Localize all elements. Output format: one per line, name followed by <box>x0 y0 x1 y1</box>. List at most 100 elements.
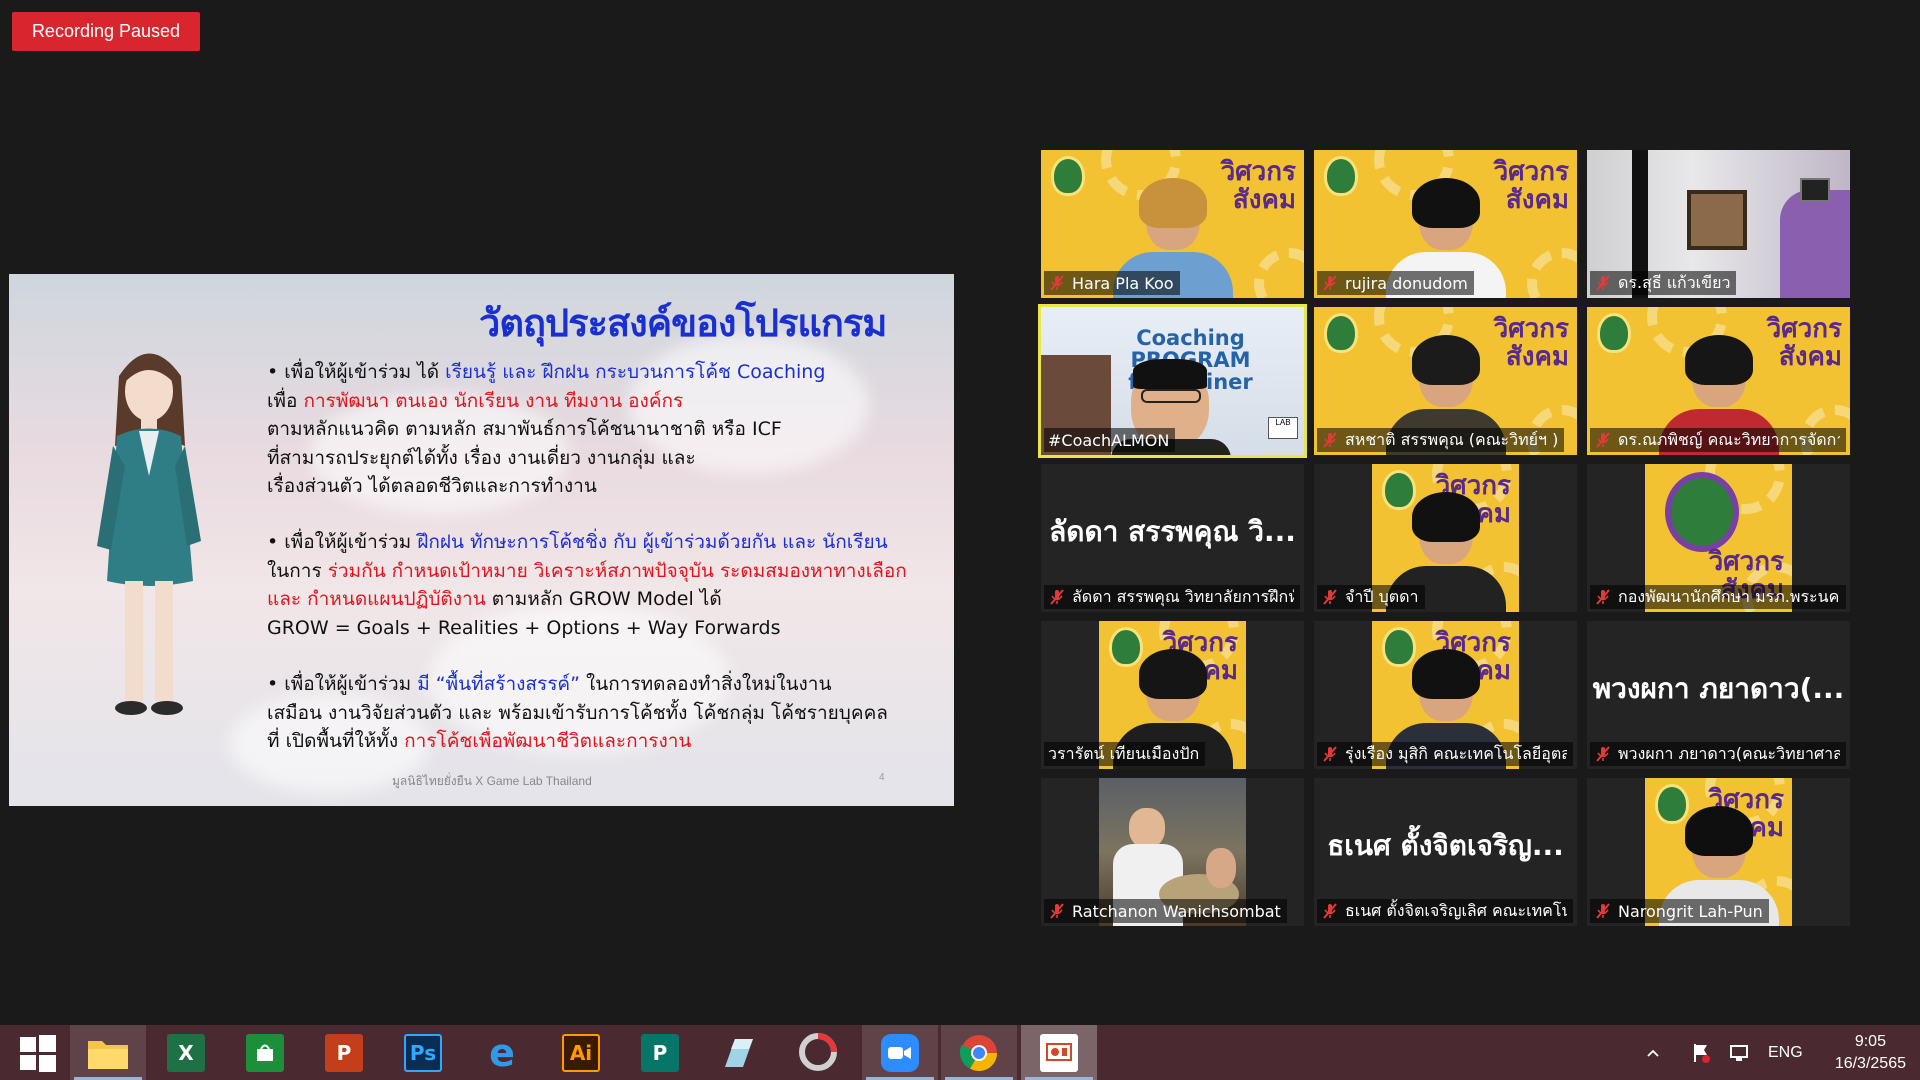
participant-tile[interactable]: Ratchanon Wanichsombat <box>1041 778 1304 926</box>
participant-name-label: ธเนศ ตั้งจิตเจริญเลิศ คณะเทคโนโลยีอุตสาห… <box>1317 899 1573 923</box>
participant-name-label: ดร.ณภพิชญ์ คณะวิทยาการจัดการ <box>1590 428 1846 452</box>
network-icon[interactable] <box>1728 1025 1750 1080</box>
participant-tile[interactable]: วิศวกร สังคม สหชาติ สรรพคุณ (คณะวิทย์ฯ ) <box>1314 307 1577 455</box>
muted-mic-icon <box>1323 432 1337 448</box>
taskbar-notes-button[interactable] <box>701 1025 777 1080</box>
participant-tile[interactable]: วิศวกร สังคมกองพัฒนานักศึกษา มรภ.พระนคร <box>1587 464 1850 612</box>
muted-mic-icon <box>1596 432 1610 448</box>
participant-name-label: สหชาติ สรรพคุณ (คณะวิทย์ฯ ) <box>1317 428 1565 452</box>
participant-name-label: ดร.สุธี แก้วเขียว <box>1590 271 1737 295</box>
participant-name: Narongrit Lah-Pun <box>1618 901 1763 921</box>
muted-mic-icon <box>1596 746 1610 762</box>
participant-tile[interactable]: วิศวกร สังคม rujira donudom <box>1314 150 1577 298</box>
windows-start-icon <box>20 1034 56 1072</box>
participant-name-label: วรารัตน์ เทียนเมืองปัก <box>1044 742 1206 766</box>
muted-mic-icon <box>1596 589 1610 605</box>
muted-mic-icon <box>1323 275 1337 291</box>
muted-mic-icon <box>1050 275 1064 291</box>
taskbar-photoscape-button[interactable] <box>780 1025 856 1080</box>
taskbar-clock[interactable]: 9:05 16/3/2565 <box>1835 1031 1906 1075</box>
slide-text-run: เพื่อ <box>267 389 298 412</box>
taskbar-zoom-button[interactable] <box>862 1025 938 1080</box>
recording-paused-badge[interactable]: Recording Paused <box>12 12 200 51</box>
internet-explorer-icon: e <box>489 1030 515 1075</box>
action-center-flag-icon[interactable] <box>1690 1025 1712 1080</box>
taskbar-excel-button[interactable]: X <box>148 1025 224 1080</box>
participant-tile[interactable]: วิศวกร สังคม รุ่งเรือง มุสิกิ คณะเทคโนโลย… <box>1314 621 1577 769</box>
chevron-up-icon <box>1647 1049 1659 1057</box>
participant-name-label: ลัดดา สรรพคุณ วิทยาลัยการฝึกหัดครู <box>1044 585 1300 609</box>
participant-name: วรารัตน์ เทียนเมืองปัก <box>1048 743 1200 763</box>
slide-text-run: • เพื่อให้ผู้เข้าร่วม <box>267 531 418 553</box>
participant-tile[interactable]: พวงผกา ภยาดาว(... พวงผกา ภยาดาว(คณะวิทยาศ… <box>1587 621 1850 769</box>
slide-text-run: การโค้ชเพื่อพัฒนาชีวิตและการงาน <box>404 730 692 752</box>
taskbar-start-button[interactable] <box>0 1025 76 1080</box>
university-logo-icon <box>1597 313 1631 353</box>
participant-name-label: Narongrit Lah-Pun <box>1590 899 1769 923</box>
participant-name: Hara Pla Koo <box>1072 273 1174 293</box>
photoscape-icon <box>799 1032 837 1071</box>
participant-tile[interactable]: ธเนศ ตั้งจิตเจริญ... ธเนศ ตั้งจิตเจริญเลิ… <box>1314 778 1577 926</box>
taskbar-illustrator-button[interactable]: Ai <box>543 1025 619 1080</box>
slide-page-number: 4 <box>879 772 885 783</box>
slide-text-run: • เพื่อให้ผู้เข้าร่วม <box>267 673 418 695</box>
taskbar-file-explorer-button[interactable] <box>70 1025 146 1080</box>
muted-mic-icon <box>1596 903 1610 919</box>
participant-name: จำปี บุตดา <box>1345 586 1419 606</box>
taskbar-chrome-button[interactable] <box>941 1025 1017 1080</box>
participant-tile[interactable]: วิศวกร สังคม จำปี บุตดา <box>1314 464 1577 612</box>
participant-name: พวงผกา ภยาดาว(คณะวิทยาศาสตร์) <box>1618 743 1840 763</box>
folder-icon <box>88 1040 128 1069</box>
participant-name: Ratchanon Wanichsombat <box>1072 901 1281 921</box>
zoom-icon <box>881 1033 919 1072</box>
participant-name-label: กองพัฒนานักศึกษา มรภ.พระนคร <box>1590 585 1846 609</box>
participant-tile[interactable]: ลัดดา สรรพคุณ วิ... ลัดดา สรรพคุณ วิทยาลั… <box>1041 464 1304 612</box>
slide-text-run: เรียนรู้ และ ฝึกฝน กระบวนการโค้ช Coachin… <box>445 361 826 383</box>
slide-text-run: • เพื่อให้ผู้เข้าร่วม ได้ <box>267 361 446 383</box>
slide-footer: มูลนิธิไทยยั่งยืน X Game Lab Thailand <box>392 774 592 788</box>
participant-name-placeholder: ธเนศ ตั้งจิตเจริญ... <box>1327 829 1564 862</box>
cartoon-woman-illustration <box>97 353 201 715</box>
participant-name: สหชาติ สรรพคุณ (คณะวิทย์ฯ ) <box>1345 429 1559 449</box>
store-icon <box>246 1033 284 1072</box>
participant-name: ธเนศ ตั้งจิตเจริญเลิศ คณะเทคโนโลยีอุตสาห… <box>1345 900 1567 920</box>
taskbar-internet-explorer-button[interactable]: e <box>464 1025 540 1080</box>
muted-mic-icon <box>1596 275 1610 291</box>
participant-name-label: #CoachALMON <box>1044 428 1176 452</box>
show-hidden-icons-button[interactable] <box>1646 1025 1660 1080</box>
shared-screen-slide: วัตถุประสงค์ของโปรแกรม • เพื่อให้ผู้เข้า… <box>9 274 954 806</box>
slide-title: วัตถุประสงค์ของโปรแกรม <box>479 301 887 345</box>
participant-name: กองพัฒนานักศึกษา มรภ.พระนคร <box>1618 586 1840 606</box>
input-language-indicator[interactable]: ENG <box>1768 1025 1803 1080</box>
slide-text-run: มี “พื้นที่สร้างสรรค์” <box>417 673 580 695</box>
taskbar-photoshop-button[interactable]: Ps <box>385 1025 461 1080</box>
participant-tile[interactable]: วิศวกร สังคม Narongrit Lah-Pun <box>1587 778 1850 926</box>
participant-tile[interactable]: ดร.สุธี แก้วเขียว <box>1587 150 1850 298</box>
taskbar-powerpoint-button[interactable]: P <box>306 1025 382 1080</box>
university-logo-icon <box>1324 313 1358 353</box>
participant-tile[interactable]: วิศวกร สังคม ดร.ณภพิชญ์ คณะวิทยาการจัดการ <box>1587 307 1850 455</box>
taskbar-store-button[interactable] <box>227 1025 303 1080</box>
participant-name: รุ่งเรือง มุสิกิ คณะเทคโนโลยีอุตสาหกรรม <box>1345 743 1567 763</box>
participant-name-label: พวงผกา ภยาดาว(คณะวิทยาศาสตร์) <box>1590 742 1846 766</box>
zoom-meeting-window: Recording Paused วัตถุประสงค์ของโปรแกรม … <box>0 0 1920 1080</box>
illustrator-icon: Ai <box>562 1033 600 1072</box>
participant-tile[interactable]: วิศวกร สังคม Hara Pla Koo <box>1041 150 1304 298</box>
slide-text-run: ฝึกฝน ทักษะการโค้ชชิ่ง กับ ผู้เข้าร่วมด้… <box>417 531 888 553</box>
slide-objective-3: • เพื่อให้ผู้เข้าร่วม มี “พื้นที่สร้างสร… <box>267 670 907 756</box>
slide-text-run: การพัฒนา ตนเอง นักเรียน งาน ทีมงาน องค์ก… <box>303 389 684 412</box>
participant-name-label: Hara Pla Koo <box>1044 271 1180 295</box>
participant-tile[interactable]: วิศวกร สังคม วรารัตน์ เทียนเมืองปัก <box>1041 621 1304 769</box>
taskbar-publisher-button[interactable]: P <box>622 1025 698 1080</box>
windows-taskbar: X P Ps e Ai P ENG 9:05 16/3/2565 <box>0 1025 1920 1080</box>
participant-tile[interactable]: Coaching PROGRAM for TrainerLAB#CoachALM… <box>1038 304 1307 458</box>
muted-mic-icon <box>1050 903 1064 919</box>
participant-name-label: จำปี บุตดา <box>1317 585 1425 609</box>
taskbar-presenter-button[interactable] <box>1021 1025 1097 1080</box>
clock-date: 16/3/2565 <box>1834 1055 1906 1072</box>
presenter-icon <box>1040 1033 1078 1072</box>
participant-name-label: Ratchanon Wanichsombat <box>1044 899 1287 923</box>
participant-name: ดร.สุธี แก้วเขียว <box>1618 272 1731 292</box>
university-logo-icon <box>1324 156 1358 196</box>
slide-text-run: ตามหลักแนวคิด ตามหลัก สมาพันธ์การโค้ชนาน… <box>267 418 782 497</box>
